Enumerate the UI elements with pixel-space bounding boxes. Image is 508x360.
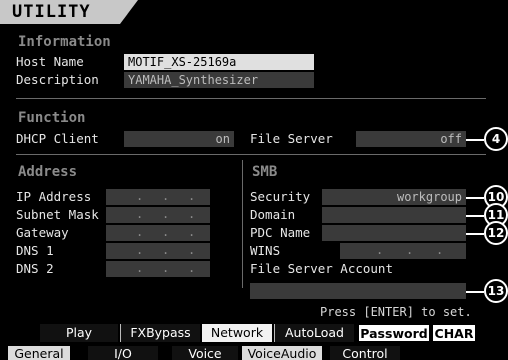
- ip-dot: .: [188, 243, 196, 257]
- ip-dot: .: [162, 189, 170, 203]
- leader-line: [0, 80, 14, 82]
- domain-label: Domain: [250, 207, 296, 222]
- leader-line: [466, 215, 484, 217]
- column-divider: [242, 160, 243, 288]
- leader-line: [0, 233, 14, 235]
- security-field[interactable]: workgroup: [322, 189, 466, 205]
- description-label: Description: [16, 72, 99, 87]
- section-divider: [16, 98, 486, 99]
- ip-dot: .: [188, 261, 196, 275]
- address-heading: Address: [18, 164, 78, 180]
- section-divider: [16, 154, 486, 155]
- ip-address-label: IP Address: [16, 189, 92, 204]
- tab-control[interactable]: Control: [330, 346, 400, 360]
- gateway-label: Gateway: [16, 225, 69, 240]
- dns1-label: DNS 1: [16, 243, 54, 258]
- leader-line: [0, 269, 14, 271]
- leader-line: [0, 62, 14, 64]
- ip-dot: .: [136, 261, 144, 275]
- pdc-name-field[interactable]: [322, 225, 466, 241]
- dns2-label: DNS 2: [16, 261, 54, 276]
- ip-address-field[interactable]: . . .: [106, 189, 210, 205]
- tab-char[interactable]: CHAR: [432, 324, 476, 342]
- leader-line: [466, 197, 484, 199]
- ip-dot: .: [406, 243, 414, 257]
- lower-tab-bar: General I/O Voice VoiceAudio Control: [0, 344, 508, 360]
- domain-field[interactable]: [322, 207, 466, 223]
- ip-dot: .: [162, 243, 170, 257]
- leader-line: [466, 139, 484, 141]
- security-label: Security: [250, 189, 311, 204]
- leader-line: [0, 197, 14, 199]
- ip-dot: .: [162, 225, 170, 239]
- ip-dot: .: [188, 225, 196, 239]
- description-field[interactable]: YAMAHA_Synthesizer: [124, 72, 314, 88]
- leader-line: [0, 251, 14, 253]
- tab-general[interactable]: General: [8, 346, 70, 360]
- ip-dot: .: [136, 243, 144, 257]
- tab-io[interactable]: I/O: [88, 346, 158, 360]
- ip-dot: .: [188, 189, 196, 203]
- information-heading: Information: [18, 34, 111, 50]
- ip-dot: .: [162, 261, 170, 275]
- file-server-field[interactable]: off: [356, 131, 466, 147]
- enter-hint: Press [ENTER] to set.: [320, 305, 472, 319]
- ip-dot: .: [136, 207, 144, 221]
- page-title: UTILITY: [0, 0, 120, 24]
- tab-password[interactable]: Password: [358, 324, 430, 342]
- function-heading: Function: [18, 110, 86, 126]
- leader-line: [0, 139, 14, 141]
- leader-line: [466, 233, 484, 235]
- smb-heading: SMB: [252, 164, 278, 180]
- tab-voiceaudio[interactable]: VoiceAudio: [242, 346, 322, 360]
- callout-13: 13: [484, 279, 508, 303]
- tab-autoload[interactable]: AutoLoad: [274, 324, 354, 342]
- tab-voice[interactable]: Voice: [172, 346, 238, 360]
- wins-label: WINS: [250, 243, 281, 258]
- ip-dot: .: [136, 189, 144, 203]
- dns1-field[interactable]: . . .: [106, 243, 210, 259]
- callout-4: 4: [484, 127, 508, 151]
- ip-dot: .: [162, 207, 170, 221]
- subnet-mask-label: Subnet Mask: [16, 207, 99, 222]
- tab-network[interactable]: Network: [202, 324, 272, 342]
- tab-play[interactable]: Play: [40, 324, 118, 342]
- ip-dot: .: [188, 207, 196, 221]
- ip-dot: .: [436, 243, 444, 257]
- dns2-field[interactable]: . . .: [106, 261, 210, 277]
- callout-12: 12: [484, 221, 508, 245]
- file-server-label: File Server: [250, 131, 333, 146]
- pdc-name-label: PDC Name: [250, 225, 311, 240]
- title-tab-notch: [120, 0, 138, 24]
- leader-line: [0, 215, 14, 217]
- host-name-field[interactable]: MOTIF_XS-25169a: [124, 54, 314, 70]
- ip-dot: .: [136, 225, 144, 239]
- ip-dot: .: [376, 243, 384, 257]
- gateway-field[interactable]: . . .: [106, 225, 210, 241]
- file-server-account-field[interactable]: [250, 283, 466, 299]
- leader-line: [466, 291, 484, 293]
- wins-field[interactable]: . . .: [340, 243, 466, 259]
- dhcp-client-label: DHCP Client: [16, 131, 99, 146]
- host-name-label: Host Name: [16, 54, 84, 69]
- dhcp-client-field[interactable]: on: [124, 131, 234, 147]
- upper-tab-bar: Play FXBypass Network AutoLoad Password …: [0, 324, 508, 342]
- utility-network-screen: UTILITY Information Host Name MOTIF_XS-2…: [0, 0, 508, 360]
- file-server-account-label: File Server Account: [250, 261, 393, 276]
- tab-fxbypass[interactable]: FXBypass: [120, 324, 200, 342]
- subnet-mask-field[interactable]: . . .: [106, 207, 210, 223]
